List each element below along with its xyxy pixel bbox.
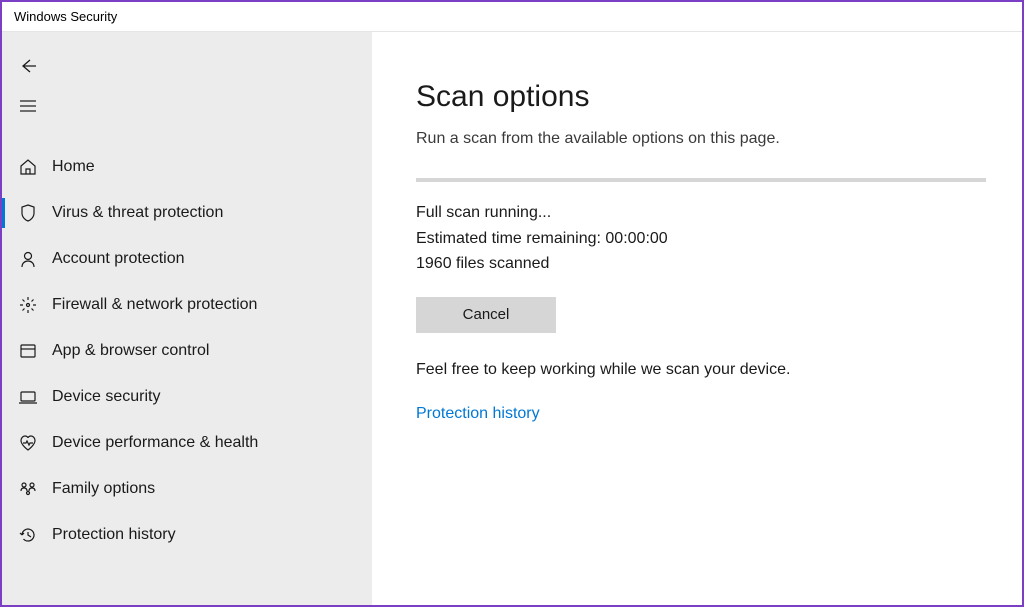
firewall-icon (18, 295, 38, 315)
nav-label: App & browser control (52, 342, 209, 360)
back-arrow-icon (18, 56, 38, 76)
nav-label: Family options (52, 480, 155, 498)
main-content: Scan options Run a scan from the availab… (372, 32, 1022, 605)
app-icon (18, 341, 38, 361)
device-icon (18, 387, 38, 407)
back-button[interactable] (2, 46, 46, 86)
info-text: Feel free to keep working while we scan … (416, 361, 978, 379)
nav-item-device-security[interactable]: Device security (2, 374, 372, 420)
nav-item-firewall[interactable]: Firewall & network protection (2, 282, 372, 328)
shield-icon (18, 203, 38, 223)
nav-item-home[interactable]: Home (2, 144, 372, 190)
status-eta: Estimated time remaining: 00:00:00 (416, 226, 978, 252)
page-title: Scan options (416, 80, 978, 114)
nav-item-virus-threat[interactable]: Virus & threat protection (2, 190, 372, 236)
nav-label: Account protection (52, 250, 185, 268)
nav-item-account[interactable]: Account protection (2, 236, 372, 282)
nav-item-app-browser[interactable]: App & browser control (2, 328, 372, 374)
nav-label: Virus & threat protection (52, 204, 223, 222)
nav-list: Home Virus & threat protection Acco (2, 144, 372, 558)
heart-icon (18, 433, 38, 453)
nav-label: Protection history (52, 526, 176, 544)
scan-status: Full scan running... Estimated time rema… (416, 200, 978, 277)
cancel-button[interactable]: Cancel (416, 297, 556, 333)
hamburger-button[interactable] (2, 86, 46, 126)
account-icon (18, 249, 38, 269)
hamburger-icon (18, 96, 38, 116)
nav-label: Device security (52, 388, 160, 406)
nav-item-protection-history[interactable]: Protection history (2, 512, 372, 558)
home-icon (18, 157, 38, 177)
status-running: Full scan running... (416, 200, 978, 226)
nav-label: Home (52, 158, 95, 176)
page-subtitle: Run a scan from the available options on… (416, 130, 978, 148)
sidebar: Home Virus & threat protection Acco (2, 32, 372, 605)
nav-label: Device performance & health (52, 434, 258, 452)
nav-label: Firewall & network protection (52, 296, 257, 314)
history-icon (18, 525, 38, 545)
scan-progress-bar (416, 178, 986, 182)
titlebar: Windows Security (2, 2, 1022, 32)
status-files: 1960 files scanned (416, 251, 978, 277)
family-icon (18, 479, 38, 499)
nav-item-performance[interactable]: Device performance & health (2, 420, 372, 466)
nav-item-family[interactable]: Family options (2, 466, 372, 512)
protection-history-link[interactable]: Protection history (416, 405, 540, 423)
window-title: Windows Security (14, 9, 117, 24)
